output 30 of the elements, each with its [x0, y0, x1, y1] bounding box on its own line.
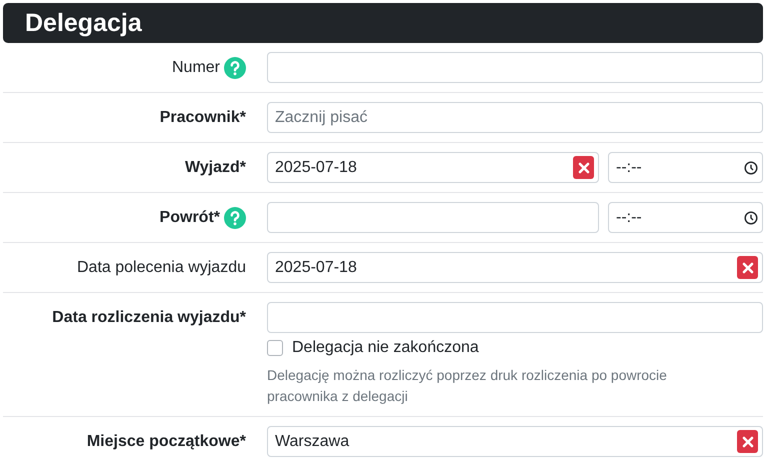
field-label: Powrót* — [160, 208, 220, 226]
input-field[interactable] — [267, 302, 763, 333]
clock-icon — [744, 160, 758, 174]
hint-text: Delegację można rozliczyć poprzez druk rozliczenia po powrocie pracownika z delegacji — [267, 366, 668, 406]
clear-button[interactable] — [737, 256, 758, 279]
field-label: Data polecenia wyjazdu — [77, 258, 246, 276]
field-label: Numer — [172, 58, 220, 76]
clear-button[interactable] — [737, 430, 758, 453]
field-label: Wyjazd* — [184, 158, 246, 176]
x-icon — [742, 262, 754, 274]
page-title: Delegacja — [25, 8, 142, 38]
help-icon[interactable] — [224, 206, 246, 228]
x-icon — [742, 436, 754, 448]
input-field[interactable]: 2025-07-18 — [267, 252, 763, 283]
checkbox-label: Delegacja nie zakończona — [292, 339, 479, 357]
checkbox[interactable] — [267, 340, 283, 356]
date-field[interactable] — [267, 202, 599, 233]
x-icon — [578, 162, 590, 174]
input-field[interactable] — [267, 52, 763, 83]
input-field[interactable]: Zacznij pisać — [267, 102, 763, 133]
time-field[interactable]: --:-- — [608, 152, 763, 183]
clear-button[interactable] — [573, 156, 594, 179]
help-icon[interactable] — [224, 56, 246, 78]
input-field[interactable]: Warszawa — [267, 426, 763, 457]
time-field[interactable]: --:-- — [608, 202, 763, 233]
clock-icon — [744, 210, 758, 224]
field-label: Pracownik* — [160, 108, 246, 126]
date-field[interactable]: 2025-07-18 — [267, 152, 599, 183]
field-label: Data rozliczenia wyjazdu* — [52, 308, 246, 326]
field-label: Miejsce początkowe* — [86, 432, 246, 450]
